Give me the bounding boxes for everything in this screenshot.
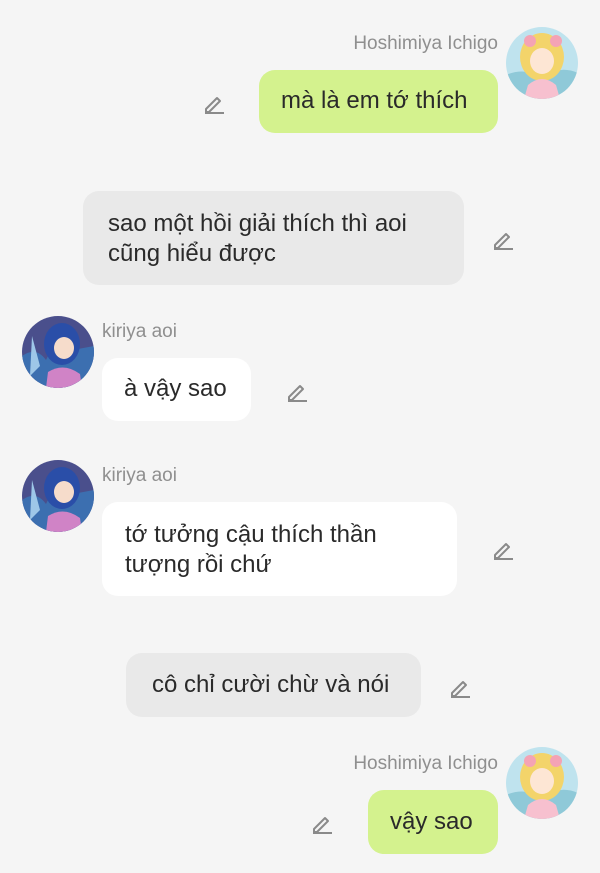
avatar-kiriya-aoi[interactable] — [22, 460, 94, 532]
pencil-edit-icon[interactable] — [201, 90, 227, 116]
sender-name: Hoshimiya Ichigo — [353, 33, 498, 54]
pencil-edit-icon[interactable] — [284, 378, 310, 404]
avatar-hoshimiya-ichigo[interactable] — [506, 27, 578, 99]
message-bubble[interactable]: à vậy sao — [102, 358, 251, 421]
sender-name: kiriya aoi — [102, 321, 177, 342]
avatar-kiriya-aoi[interactable] — [22, 316, 94, 388]
pencil-edit-icon[interactable] — [447, 674, 473, 700]
avatar-hoshimiya-ichigo[interactable] — [506, 747, 578, 819]
chat-thread: Hoshimiya Ichigo mà là em tớ thích sao m… — [0, 0, 600, 873]
message-bubble[interactable]: mà là em tớ thích — [259, 70, 498, 133]
narration-bubble[interactable]: sao một hồi giải thích thì aoi cũng hiểu… — [83, 191, 464, 285]
pencil-edit-icon[interactable] — [309, 810, 335, 836]
message-bubble[interactable]: vậy sao — [368, 790, 498, 854]
message-bubble[interactable]: tớ tưởng cậu thích thần tượng rồi chứ — [102, 502, 457, 596]
narration-bubble[interactable]: cô chỉ cười chừ và nói — [126, 653, 421, 717]
pencil-edit-icon[interactable] — [490, 536, 516, 562]
sender-name: kiriya aoi — [102, 465, 177, 486]
pencil-edit-icon[interactable] — [490, 226, 516, 252]
sender-name: Hoshimiya Ichigo — [353, 753, 498, 774]
